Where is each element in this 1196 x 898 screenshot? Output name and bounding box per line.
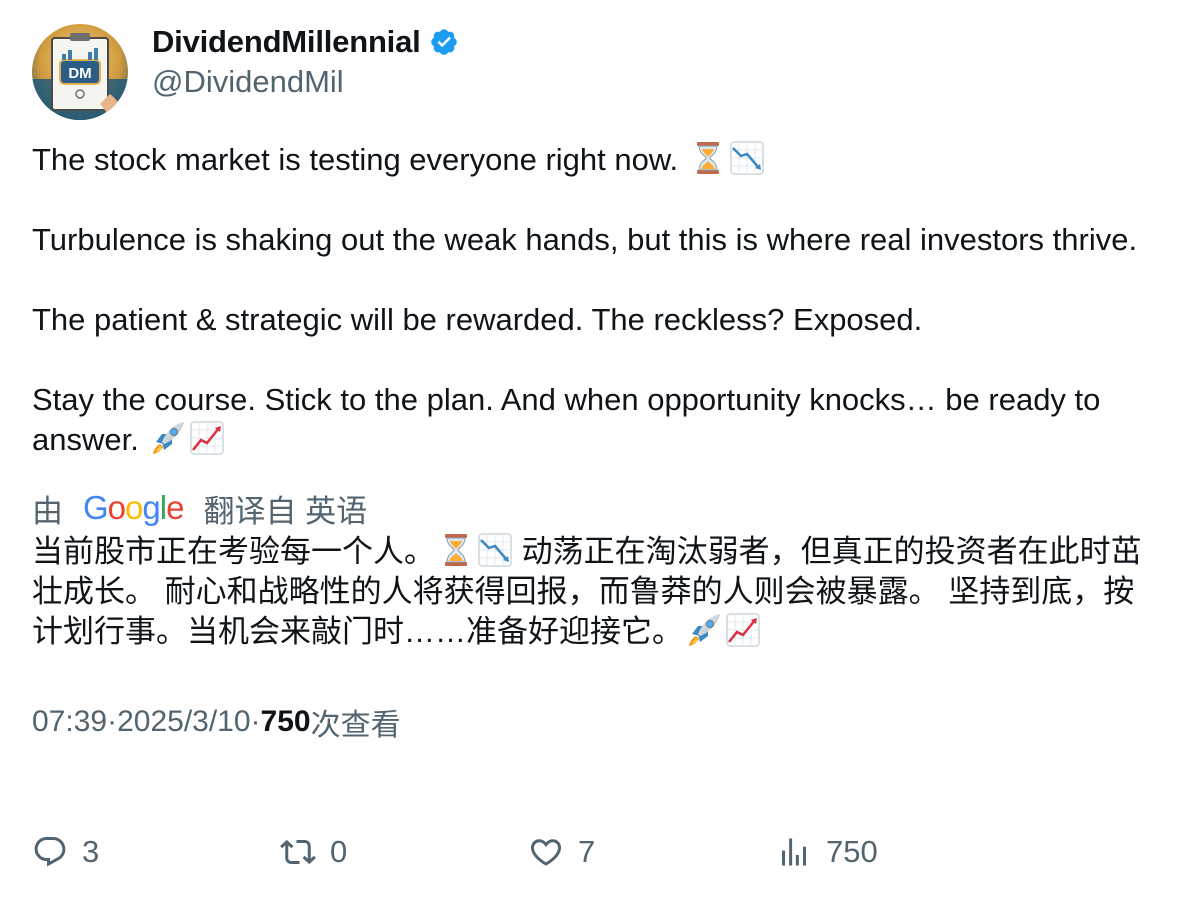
- tweet-text: The stock market is testing everyone rig…: [32, 140, 1164, 460]
- display-name[interactable]: DividendMillennial: [152, 24, 421, 60]
- views-action-count: 750: [826, 834, 878, 869]
- rocket-icon: [689, 614, 720, 646]
- chart-decreasing-icon: [730, 141, 764, 175]
- tweet-paragraph-2: Turbulence is shaking out the weak hands…: [32, 222, 1138, 257]
- google-logo: Google: [83, 489, 184, 526]
- views-button[interactable]: 750: [776, 830, 878, 874]
- translation-prefix: 由: [32, 493, 63, 529]
- like-button[interactable]: 7: [528, 830, 595, 874]
- like-count: 7: [578, 834, 596, 869]
- chart-increasing-icon: [726, 613, 760, 647]
- translated-part-1: 当前股市正在考验每一个人。: [32, 534, 435, 569]
- tweet-paragraph-4: Stay the course. Stick to the plan. And …: [32, 380, 1164, 460]
- translation-source-language[interactable]: 英语: [305, 486, 367, 531]
- author-handle[interactable]: @DividendMil: [152, 64, 459, 100]
- tweet-paragraph-1: The stock market is testing everyone rig…: [32, 140, 1164, 180]
- retweet-count: 0: [330, 834, 348, 869]
- analytics-bar-icon: [782, 838, 806, 866]
- display-name-row: DividendMillennial: [152, 24, 459, 60]
- avatar-text: DM: [68, 65, 91, 82]
- tweet-header: DM DividendMillennial @DividendMil: [32, 24, 1164, 120]
- hourglass-icon: [696, 142, 719, 174]
- retweet-button[interactable]: 0: [280, 830, 347, 874]
- tweet-date[interactable]: 2025/3/10: [117, 705, 250, 739]
- tweet-paragraph-3: The patient & strategic will be rewarded…: [32, 302, 923, 337]
- translation-attribution: 由 Google 翻译自 英语: [32, 486, 1164, 531]
- translation-suffix: 翻译自: [203, 493, 297, 529]
- views-count: 750: [260, 705, 311, 738]
- translated-text: 当前股市正在考验每一个人。 动荡正在淘汰弱者，但真正的投资者在此时茁壮成长。 耐…: [32, 532, 1164, 652]
- verified-badge-icon: [430, 29, 457, 55]
- tweet-line-1: The stock market is testing everyone rig…: [32, 142, 679, 177]
- chart-decreasing-icon: [478, 533, 512, 567]
- views-label: 次查看: [310, 709, 401, 742]
- author-names: DividendMillennial @DividendMil: [152, 24, 459, 100]
- meta-separator: ·: [250, 705, 261, 738]
- tweet-meta: 07:39 · 2025/3/10 · 750 次查看: [32, 702, 1164, 742]
- reply-icon: [34, 837, 66, 867]
- tweet-actions: 3 0 7 750: [32, 830, 1164, 874]
- tweet-card: DM DividendMillennial @DividendMil The s…: [32, 24, 1164, 742]
- rocket-icon: [153, 422, 185, 454]
- avatar[interactable]: DM: [32, 24, 128, 120]
- heart-icon: [530, 839, 562, 866]
- retweet-icon: [280, 839, 316, 865]
- chart-increasing-icon: [190, 421, 225, 455]
- reply-count: 3: [82, 834, 100, 869]
- tweet-time[interactable]: 07:39: [32, 705, 107, 739]
- hourglass-icon: [445, 534, 467, 566]
- avatar-image: DM: [32, 24, 128, 120]
- reply-button[interactable]: 3: [32, 830, 99, 874]
- meta-separator: ·: [107, 705, 118, 738]
